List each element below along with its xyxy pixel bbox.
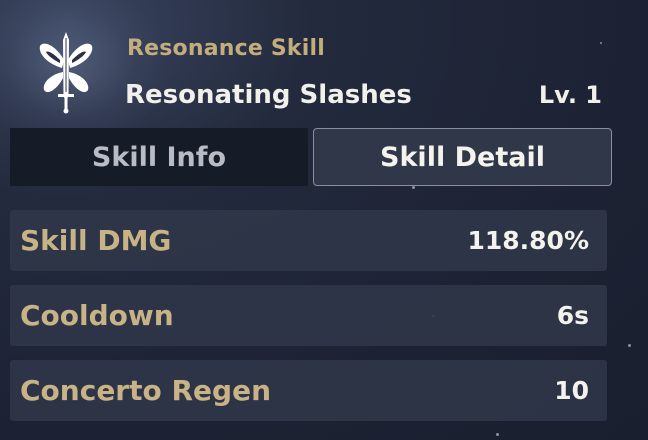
skill-name: Resonating Slashes bbox=[125, 80, 412, 110]
background-sparkle bbox=[496, 433, 499, 436]
skill-type-label: Resonance Skill bbox=[127, 36, 325, 61]
background-sparkle bbox=[600, 42, 602, 44]
stat-row-skill-dmg: Skill DMG 118.80% bbox=[10, 210, 607, 271]
skill-tabs: Skill Info Skill Detail bbox=[10, 128, 612, 186]
stat-value: 6s bbox=[556, 301, 589, 330]
stat-label: Cooldown bbox=[20, 299, 174, 332]
stat-row-concerto-regen: Concerto Regen 10 bbox=[10, 360, 607, 421]
skill-level: Lv. 1 bbox=[538, 81, 602, 109]
butterfly-sword-icon bbox=[39, 32, 93, 114]
stat-label: Concerto Regen bbox=[20, 374, 272, 407]
stat-row-cooldown: Cooldown 6s bbox=[10, 285, 607, 346]
tab-skill-info[interactable]: Skill Info bbox=[10, 128, 308, 186]
background-sparkle bbox=[412, 186, 415, 189]
stat-value: 118.80% bbox=[467, 226, 589, 255]
tab-skill-detail[interactable]: Skill Detail bbox=[313, 128, 612, 186]
stat-label: Skill DMG bbox=[20, 224, 172, 257]
background-sparkle bbox=[628, 344, 631, 347]
stat-value: 10 bbox=[554, 376, 589, 405]
